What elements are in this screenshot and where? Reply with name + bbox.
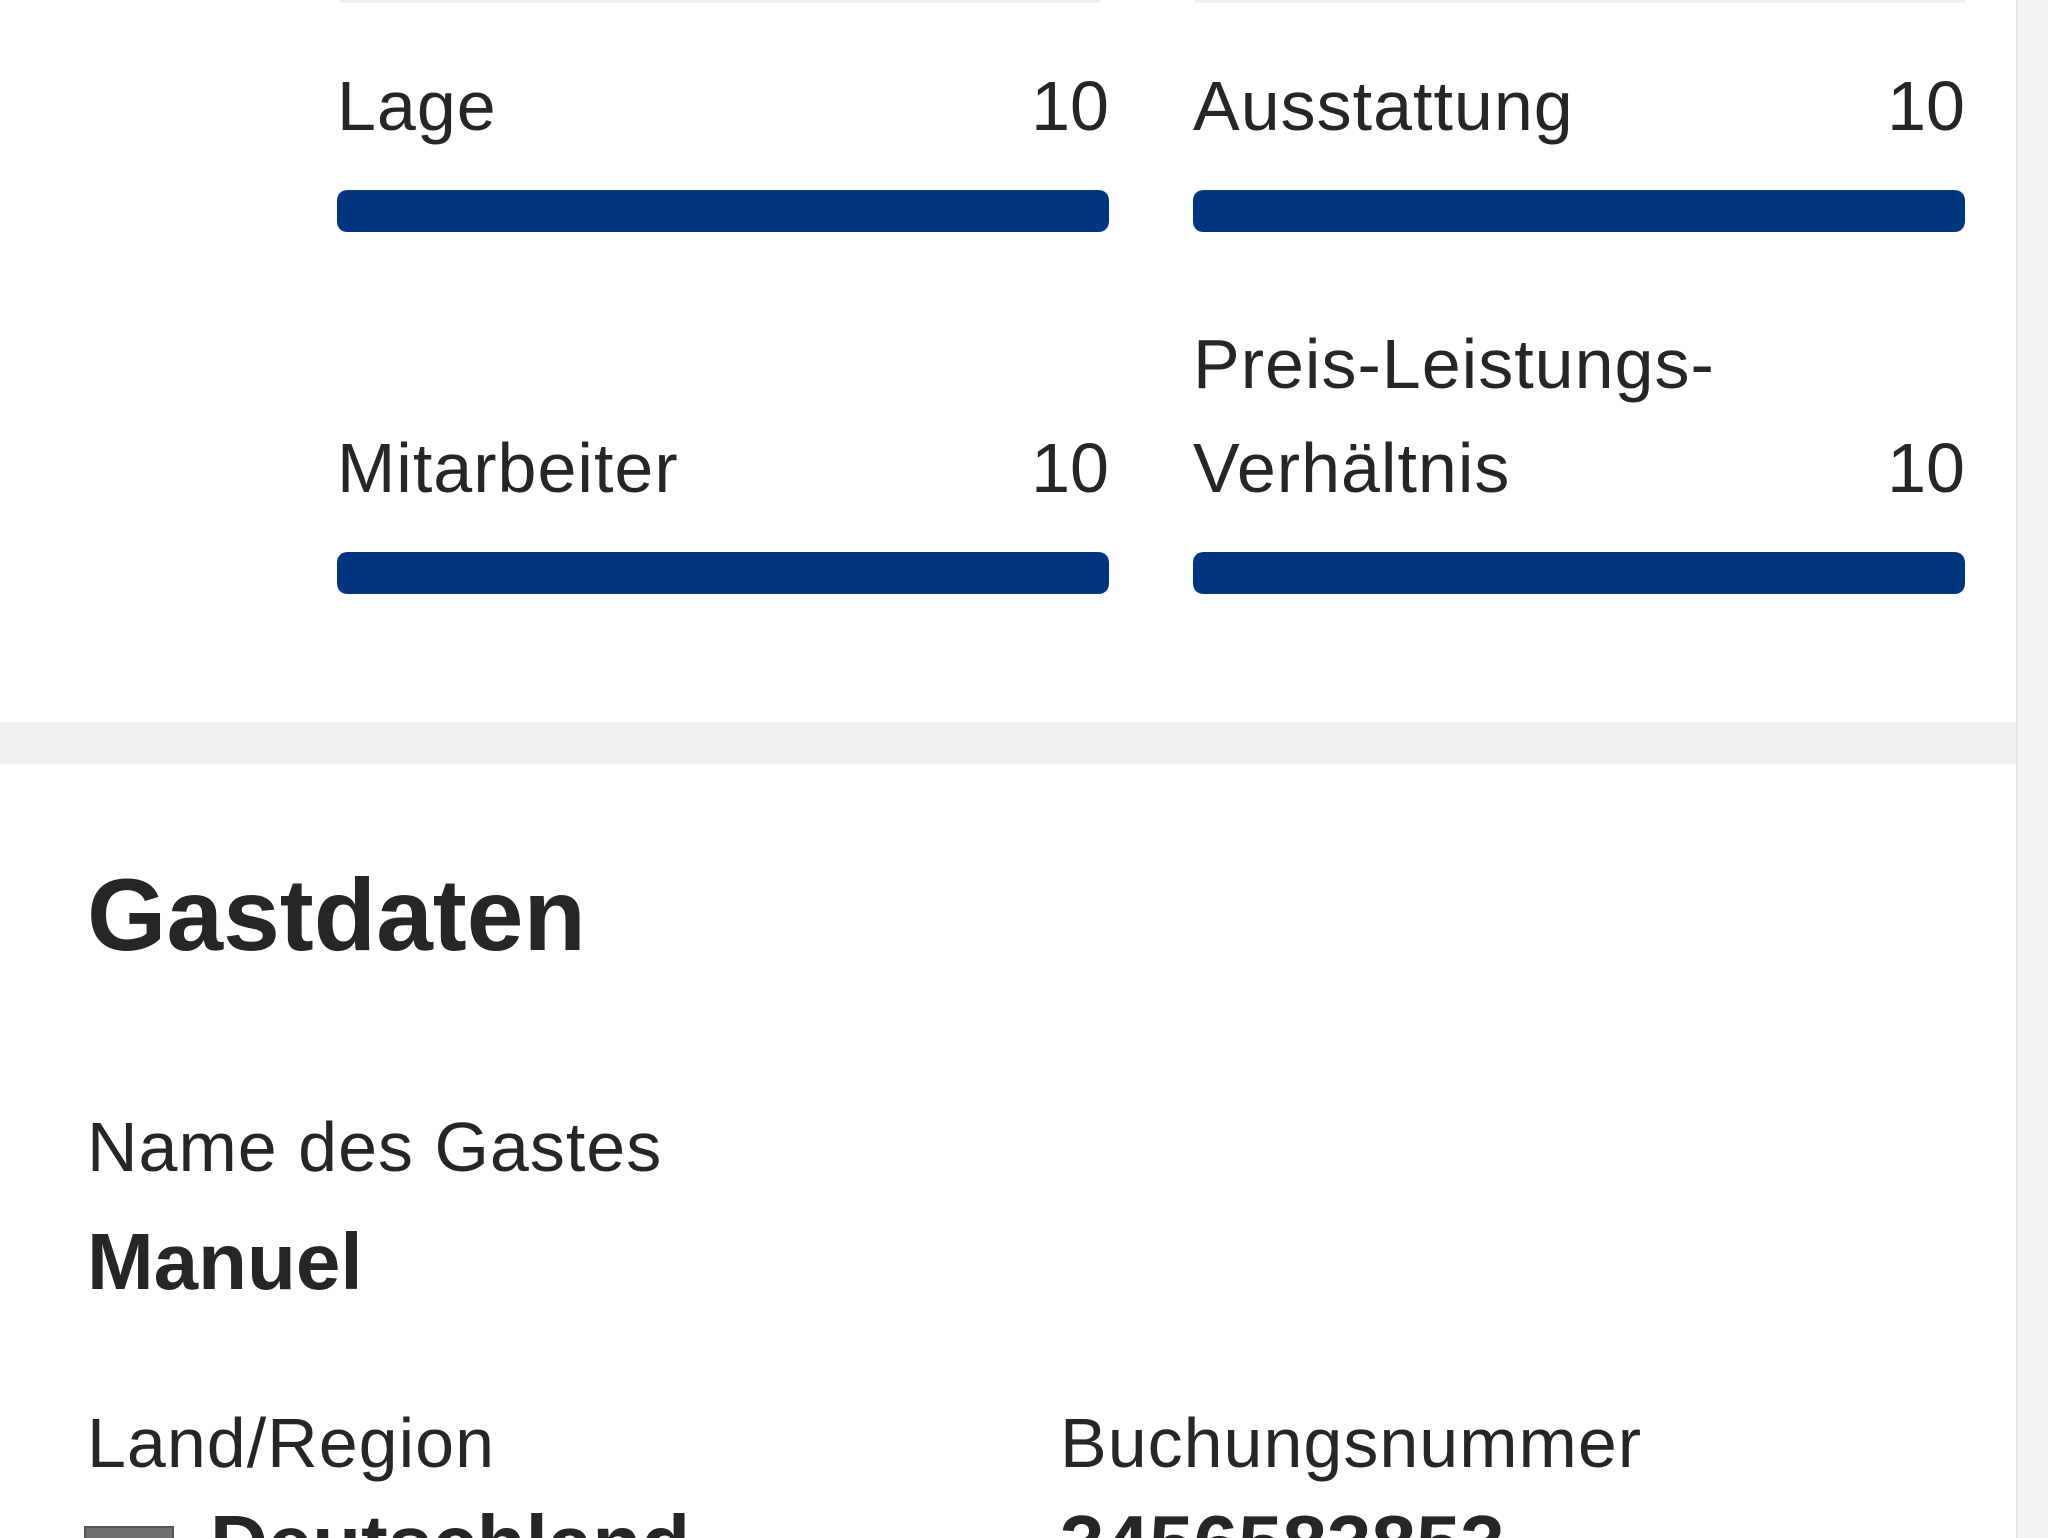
rating-value: 10 (1031, 429, 1109, 507)
country-label: Land/Region (87, 1404, 495, 1482)
top-edge-hint (340, 0, 1100, 3)
rating-label: Mitarbeiter (337, 429, 679, 507)
rating-bar-fill (1193, 190, 1965, 232)
rating-bar-fill (1193, 552, 1965, 594)
rating-preis-leistung: Preis-Leistungs- Verhältnis 10 (1193, 314, 1965, 594)
rating-mitarbeiter: Mitarbeiter 10 (337, 418, 1109, 594)
rating-bar (1193, 552, 1965, 594)
booking-number-value: 3456583853 (1060, 1494, 1505, 1538)
guest-name-label: Name des Gastes (87, 1108, 663, 1186)
rating-bar-fill (337, 190, 1109, 232)
rating-label-line1: Preis-Leistungs- (1193, 325, 1715, 403)
section-divider (0, 722, 2018, 764)
rating-bar (337, 552, 1109, 594)
rating-label: Lage (337, 67, 497, 145)
rating-bar (1193, 190, 1965, 232)
section-title-gastdaten: Gastdaten (87, 858, 586, 972)
rating-value: 10 (1887, 67, 1965, 145)
rating-value: 10 (1031, 67, 1109, 145)
rating-lage: Lage 10 (337, 56, 1109, 232)
rating-bar (337, 190, 1109, 232)
guest-name-value: Manuel (87, 1217, 363, 1306)
top-edge-hint (1195, 0, 1965, 3)
review-page: Lage 10 Ausstattung 10 Mitarbeiter 10 Pr… (0, 0, 2048, 1538)
rating-bar-fill (337, 552, 1109, 594)
booking-number-label: Buchungsnummer (1060, 1404, 1643, 1482)
country-value: Deutschland (210, 1494, 690, 1538)
rating-ausstattung: Ausstattung 10 (1193, 56, 1965, 232)
rating-value: 10 (1887, 429, 1965, 507)
rating-label-line2: Verhältnis (1193, 429, 1511, 507)
scrollbar-track[interactable] (2016, 0, 2048, 1538)
rating-label: Ausstattung (1193, 67, 1574, 145)
germany-flag-icon (84, 1526, 174, 1538)
